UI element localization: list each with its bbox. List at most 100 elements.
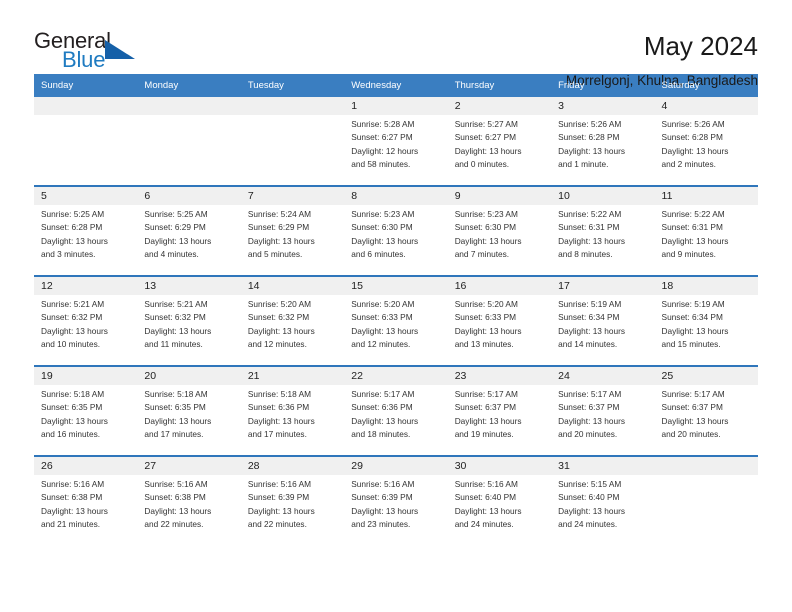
sunrise-time: Sunrise: 5:20 AM bbox=[351, 299, 415, 309]
day-cell-empty bbox=[34, 97, 138, 115]
day-detail-empty bbox=[34, 115, 138, 185]
sunrise-time: Sunrise: 5:28 AM bbox=[351, 119, 415, 129]
sunset-time: Sunset: 6:28 PM bbox=[661, 132, 723, 143]
day-number[interactable]: 21 bbox=[240, 367, 345, 385]
daylight-duration-line2: and 13 minutes. bbox=[454, 339, 514, 350]
day-number[interactable]: 22 bbox=[344, 367, 448, 385]
day-number[interactable]: 8 bbox=[344, 187, 448, 205]
day-detail-row: Sunrise: 5:18 AM Sunset: 6:35 PM Daylight:… bbox=[34, 385, 758, 455]
daylight-duration-line1: Daylight: 13 hours bbox=[144, 505, 212, 516]
sunrise-time: Sunrise: 5:18 AM bbox=[144, 389, 208, 399]
sunset-time: Sunset: 6:35 PM bbox=[41, 402, 103, 413]
daylight-duration-line2: and 3 minutes. bbox=[41, 249, 96, 260]
day-number[interactable]: 30 bbox=[447, 457, 552, 475]
weekday-header-sunday: Sunday bbox=[34, 74, 138, 97]
logo-text-blue: Blue bbox=[62, 47, 106, 72]
day-detail-cell: Sunrise: 5:26 AM Sunset: 6:28 PM Daylight:… bbox=[551, 115, 655, 185]
daylight-duration-line2: and 14 minutes. bbox=[558, 339, 618, 350]
weekday-header-monday: Monday bbox=[137, 74, 241, 97]
day-detail-empty bbox=[240, 115, 345, 185]
day-detail-cell: Sunrise: 5:23 AM Sunset: 6:30 PM Daylight:… bbox=[344, 205, 448, 275]
sunrise-time: Sunrise: 5:24 AM bbox=[247, 209, 312, 219]
day-number[interactable]: 11 bbox=[654, 187, 758, 205]
day-number[interactable]: 15 bbox=[344, 277, 448, 295]
sunrise-time: Sunrise: 5:26 AM bbox=[558, 119, 622, 129]
day-number[interactable]: 25 bbox=[654, 367, 758, 385]
daylight-duration-line2: and 16 minutes. bbox=[41, 429, 101, 440]
day-cell-empty bbox=[654, 457, 758, 475]
day-detail-empty bbox=[654, 475, 758, 545]
weekday-header-thursday: Thursday bbox=[447, 74, 552, 97]
sunset-time: Sunset: 6:40 PM bbox=[558, 492, 620, 503]
general-blue-logo[interactable]: General Blue bbox=[34, 30, 146, 76]
day-number[interactable]: 3 bbox=[551, 97, 655, 115]
daylight-duration-line1: Daylight: 13 hours bbox=[558, 415, 625, 426]
sunset-time: Sunset: 6:31 PM bbox=[558, 222, 620, 233]
day-detail-cell: Sunrise: 5:19 AM Sunset: 6:34 PM Daylight:… bbox=[654, 295, 758, 365]
day-number[interactable]: 27 bbox=[137, 457, 241, 475]
day-number-row: 19 20 21 22 23 24 25 bbox=[34, 367, 758, 385]
daylight-duration-line1: Daylight: 13 hours bbox=[351, 415, 419, 426]
day-detail-cell: Sunrise: 5:18 AM Sunset: 6:35 PM Daylight:… bbox=[137, 385, 241, 455]
day-number[interactable]: 14 bbox=[240, 277, 345, 295]
day-number[interactable]: 19 bbox=[34, 367, 138, 385]
sunrise-time: Sunrise: 5:15 AM bbox=[558, 479, 622, 489]
day-number[interactable]: 26 bbox=[34, 457, 138, 475]
day-number[interactable]: 23 bbox=[447, 367, 552, 385]
day-detail-cell: Sunrise: 5:16 AM Sunset: 6:40 PM Daylight:… bbox=[447, 475, 552, 545]
sunrise-time: Sunrise: 5:20 AM bbox=[454, 299, 518, 309]
day-number[interactable]: 7 bbox=[240, 187, 345, 205]
page-title: May 2024 bbox=[643, 31, 758, 61]
sunset-time: Sunset: 6:36 PM bbox=[351, 402, 413, 413]
daylight-duration-line1: Daylight: 13 hours bbox=[558, 235, 625, 246]
sunset-time: Sunset: 6:30 PM bbox=[351, 222, 413, 233]
day-number[interactable]: 12 bbox=[34, 277, 138, 295]
day-number[interactable]: 17 bbox=[551, 277, 655, 295]
day-detail-row: Sunrise: 5:16 AM Sunset: 6:38 PM Daylight:… bbox=[34, 475, 758, 545]
day-detail-cell: Sunrise: 5:25 AM Sunset: 6:29 PM Daylight:… bbox=[137, 205, 241, 275]
day-number[interactable]: 4 bbox=[654, 97, 758, 115]
sunset-time: Sunset: 6:29 PM bbox=[144, 222, 206, 233]
daylight-duration-line2: and 17 minutes. bbox=[247, 429, 307, 440]
sunset-time: Sunset: 6:34 PM bbox=[661, 312, 723, 323]
day-detail-cell: Sunrise: 5:17 AM Sunset: 6:37 PM Daylight:… bbox=[551, 385, 655, 455]
daylight-duration-line2: and 58 minutes. bbox=[351, 159, 411, 170]
daylight-duration-line2: and 7 minutes. bbox=[454, 249, 510, 260]
day-number[interactable]: 20 bbox=[137, 367, 241, 385]
day-number[interactable]: 2 bbox=[447, 97, 552, 115]
daylight-duration-line1: Daylight: 13 hours bbox=[351, 235, 419, 246]
daylight-duration-line1: Daylight: 13 hours bbox=[351, 505, 419, 516]
day-number[interactable]: 31 bbox=[551, 457, 655, 475]
sunset-time: Sunset: 6:40 PM bbox=[454, 492, 517, 503]
day-number[interactable]: 29 bbox=[344, 457, 448, 475]
day-detail-cell: Sunrise: 5:16 AM Sunset: 6:38 PM Daylight:… bbox=[34, 475, 138, 545]
day-number[interactable]: 13 bbox=[137, 277, 241, 295]
day-number[interactable]: 5 bbox=[34, 187, 138, 205]
daylight-duration-line2: and 12 minutes. bbox=[351, 339, 411, 350]
day-number[interactable]: 28 bbox=[240, 457, 345, 475]
sunset-time: Sunset: 6:35 PM bbox=[144, 402, 206, 413]
daylight-duration-line2: and 5 minutes. bbox=[247, 249, 303, 260]
sunrise-time: Sunrise: 5:25 AM bbox=[144, 209, 208, 219]
day-number[interactable]: 6 bbox=[137, 187, 241, 205]
daylight-duration-line1: Daylight: 13 hours bbox=[661, 415, 729, 426]
day-detail-cell: Sunrise: 5:20 AM Sunset: 6:33 PM Daylight:… bbox=[344, 295, 448, 365]
sunset-time: Sunset: 6:28 PM bbox=[558, 132, 620, 143]
day-number[interactable]: 10 bbox=[551, 187, 655, 205]
daylight-duration-line2: and 8 minutes. bbox=[558, 249, 613, 260]
sunrise-time: Sunrise: 5:26 AM bbox=[661, 119, 725, 129]
day-number[interactable]: 1 bbox=[344, 97, 448, 115]
daylight-duration-line2: and 24 minutes. bbox=[558, 519, 618, 530]
day-detail-cell: Sunrise: 5:20 AM Sunset: 6:32 PM Daylight:… bbox=[240, 295, 345, 365]
day-number[interactable]: 9 bbox=[447, 187, 552, 205]
day-number[interactable]: 18 bbox=[654, 277, 758, 295]
title-block: May 2024 Morrelgonj, Khulna, Bangladesh bbox=[566, 30, 758, 88]
sunset-time: Sunset: 6:32 PM bbox=[41, 312, 103, 323]
daylight-duration-line1: Daylight: 13 hours bbox=[144, 415, 212, 426]
day-detail-cell: Sunrise: 5:16 AM Sunset: 6:38 PM Daylight:… bbox=[137, 475, 241, 545]
day-number[interactable]: 16 bbox=[447, 277, 552, 295]
weekday-header-tuesday: Tuesday bbox=[240, 74, 345, 97]
day-number[interactable]: 24 bbox=[551, 367, 655, 385]
daylight-duration-line1: Daylight: 13 hours bbox=[351, 325, 419, 336]
sunrise-time: Sunrise: 5:18 AM bbox=[247, 389, 312, 399]
